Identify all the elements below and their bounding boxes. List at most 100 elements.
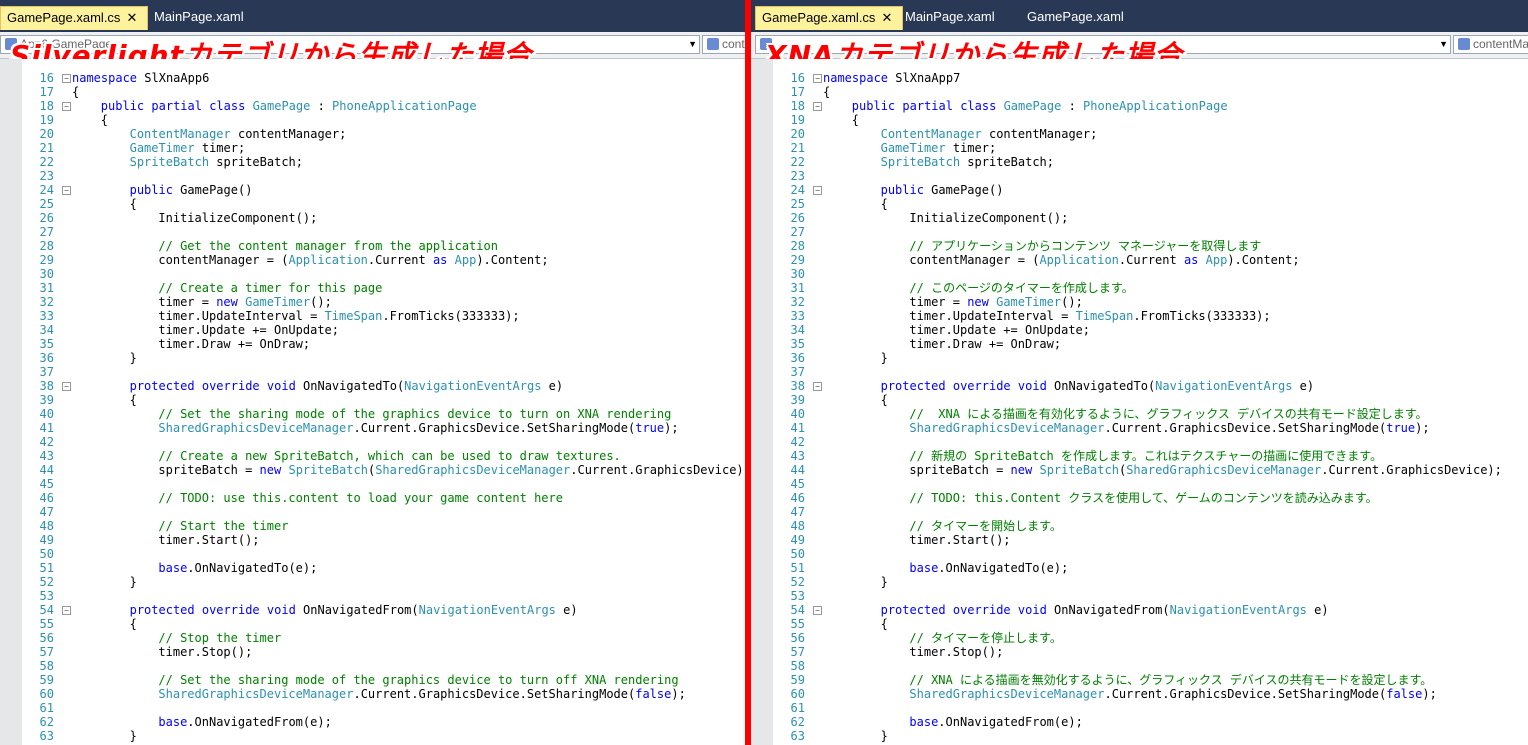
code-line: 34 timer.Update += OnUpdate; [22, 323, 745, 337]
code-text: namespace SlXnaApp7 [823, 71, 960, 85]
line-number: 24 [39, 183, 54, 197]
code-line: 56 // タイマーを停止します。 [773, 631, 1528, 645]
code-text: timer.Update += OnUpdate; [72, 323, 339, 337]
type-token: SharedGraphicsDeviceManager [909, 421, 1105, 435]
keyword-token: public [880, 183, 924, 197]
code-text: { [823, 393, 888, 407]
collapse-toggle-icon[interactable]: − [813, 102, 822, 111]
keyword-token: class [960, 99, 997, 113]
code-line: 25 { [773, 197, 1528, 211]
code-text: } [823, 729, 888, 743]
member-dropdown[interactable]: contentManager [702, 35, 745, 54]
comment-token: // Create a new SpriteBatch, which can b… [158, 449, 621, 463]
comment-token: // Create a timer for this page [158, 281, 383, 295]
code-text: // XNA による描画を有効化するように、グラフィックス デバイスの共有モード… [823, 407, 1427, 421]
close-icon[interactable]: ✕ [126, 10, 137, 25]
code-token: OnNavigatedFrom( [295, 603, 419, 617]
code-editor[interactable]: 16− namespace SlXnaApp7 17{18− public parti… [751, 59, 1528, 745]
line-number: 43 [39, 449, 54, 463]
keyword-token: base [158, 561, 188, 575]
line-number: 18 [790, 99, 805, 113]
collapse-toggle-icon[interactable]: − [813, 606, 822, 615]
document-tab[interactable]: GamePage.xaml.cs ✕ [755, 6, 903, 30]
code-token: timer = [909, 295, 968, 309]
document-tab[interactable]: GamePage.xaml [1021, 6, 1133, 30]
keyword-token: public [129, 183, 173, 197]
type-token: SharedGraphicsDeviceManager [1126, 463, 1322, 477]
code-line: 45 [22, 477, 745, 491]
collapse-toggle-icon[interactable]: − [62, 606, 71, 615]
keyword-token: partial [902, 99, 953, 113]
line-number: 58 [790, 659, 805, 673]
type-token: Application [1039, 253, 1119, 267]
document-tab[interactable]: MainPage.xaml [148, 6, 250, 30]
editor-margin [751, 59, 773, 745]
line-number: 50 [790, 547, 805, 561]
line-number: 28 [39, 239, 54, 253]
line-number: 41 [39, 421, 54, 435]
line-number: 16 [39, 71, 54, 85]
code-line: 34 timer.Update += OnUpdate; [773, 323, 1528, 337]
dropdown-arrow-icon: ▼ [688, 39, 697, 49]
code-editor[interactable]: 16− namespace SlXnaApp6 17{18− public parti… [0, 59, 745, 745]
type-token: GamePage [1003, 99, 1062, 113]
keyword-token: true [1386, 421, 1416, 435]
code-token: } [880, 729, 888, 743]
code-token: ); [1415, 421, 1430, 435]
type-token: NavigationEventArgs [404, 379, 542, 393]
document-tab-label: GamePage.xaml.cs [7, 10, 121, 25]
code-text: public GamePage() [72, 183, 253, 197]
line-number: 50 [39, 547, 54, 561]
document-tab[interactable]: GamePage.xaml.cs ✕ [0, 6, 148, 30]
code-line: 33 timer.UpdateInterval = TimeSpan.FromTi… [773, 309, 1528, 323]
line-number: 16 [790, 71, 805, 85]
comment-token: // タイマーを停止します。 [909, 631, 1062, 645]
collapse-toggle-icon[interactable]: − [813, 74, 822, 83]
code-token: } [880, 575, 888, 589]
keyword-token: override [952, 603, 1011, 617]
document-tab[interactable]: MainPage.xaml [899, 6, 1001, 30]
collapse-toggle-icon[interactable]: − [813, 186, 822, 195]
code-text: { [72, 617, 137, 631]
code-text: // Create a timer for this page [72, 281, 382, 295]
type-token: SpriteBatch [1039, 463, 1119, 477]
type-token: TimeSpan [1075, 309, 1134, 323]
close-icon[interactable]: ✕ [881, 10, 892, 25]
code-text: InitializeComponent(); [72, 211, 317, 225]
code-token: timer.Stop(); [158, 645, 253, 659]
code-token: } [129, 351, 137, 365]
line-number: 35 [39, 337, 54, 351]
member-dropdown[interactable]: contentManager [1453, 35, 1528, 54]
code-line: 30 [22, 267, 745, 281]
collapse-toggle-icon[interactable]: − [813, 382, 822, 391]
code-line: 40 // Set the sharing mode of the graphic… [22, 407, 745, 421]
line-number: 34 [790, 323, 805, 337]
comment-token: // タイマーを開始します。 [909, 519, 1062, 533]
code-text: public partial class GamePage : PhoneApp… [823, 99, 1228, 113]
comment-token: // XNA による描画を無効化するように、グラフィックス デバイスの共有モード… [909, 673, 1433, 687]
code-text: // 新規の SpriteBatch を作成します。これはテクスチャーの描画に使… [823, 449, 1382, 463]
code-line: 31 // このページのタイマーを作成します。 [773, 281, 1528, 295]
keyword-token: base [909, 715, 939, 729]
line-number: 36 [39, 351, 54, 365]
code-text: contentManager = (Application.Current as… [72, 253, 548, 267]
line-number: 26 [39, 211, 54, 225]
code-line: 53 [773, 589, 1528, 603]
code-line: 56 // Stop the timer [22, 631, 745, 645]
type-token: SpriteBatch [880, 155, 961, 169]
document-tab-label: MainPage.xaml [905, 9, 995, 24]
line-number: 40 [790, 407, 805, 421]
code-text: protected override void OnNavigatedFrom(… [823, 603, 1329, 617]
line-number: 41 [790, 421, 805, 435]
collapse-toggle-icon[interactable]: − [62, 74, 71, 83]
code-token: ); [671, 687, 686, 701]
code-token: { [880, 197, 888, 211]
collapse-toggle-icon[interactable]: − [62, 102, 71, 111]
code-text: timer.Stop(); [823, 645, 1003, 659]
collapse-toggle-icon[interactable]: − [62, 382, 71, 391]
collapse-toggle-icon[interactable]: − [62, 186, 71, 195]
code-line: 43 // Create a new SpriteBatch, which can… [22, 449, 745, 463]
code-line: 37 [22, 365, 745, 379]
